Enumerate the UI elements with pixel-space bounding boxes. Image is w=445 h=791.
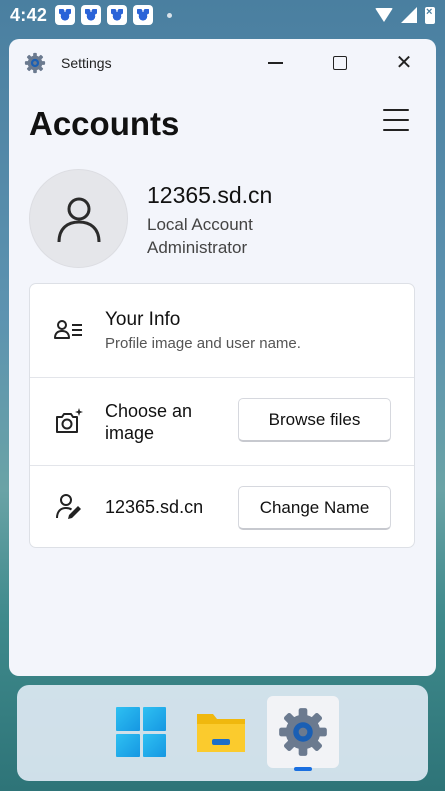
person-edit-icon (52, 490, 86, 524)
taskbar-start-button[interactable] (105, 696, 177, 768)
account-role: Administrator (147, 238, 248, 257)
settings-gear-icon (24, 52, 46, 74)
minimize-button[interactable] (263, 51, 287, 75)
account-type: Local Account (147, 215, 253, 234)
choose-image-label: Choose an image (105, 401, 193, 443)
system-icons (375, 6, 435, 24)
your-info-row[interactable]: Your Info Profile image and user name. (30, 284, 414, 378)
page-title: Accounts (29, 105, 180, 142)
cell-signal-icon (401, 7, 417, 23)
status-bar: 4:42 (0, 0, 445, 30)
account-name: 12365.sd.cn (147, 182, 273, 208)
active-app-indicator (294, 767, 312, 771)
user-silhouette-icon (57, 197, 100, 242)
battery-icon (425, 6, 435, 24)
user-name-label: 12365.sd.cn (105, 497, 204, 517)
windows-start-icon (116, 707, 166, 757)
change-name-row: 12365.sd.cn Change Name (30, 466, 414, 547)
camera-sparkle-icon (52, 405, 86, 439)
file-explorer-icon (197, 714, 245, 752)
more-notifications-dot-icon (167, 12, 173, 18)
maximize-icon (333, 56, 347, 70)
window-title: Settings (61, 55, 112, 71)
menu-line (383, 109, 409, 111)
baidu-paw-icon (55, 5, 76, 25)
close-button[interactable]: ✕ (392, 51, 416, 75)
baidu-paw-icon (81, 5, 102, 25)
maximize-button[interactable] (328, 51, 352, 75)
account-settings-card: Your Info Profile image and user name. C… (29, 283, 415, 548)
your-info-title: Your Info (105, 309, 181, 330)
avatar (29, 169, 128, 268)
change-name-button[interactable]: Change Name (238, 486, 391, 530)
choose-image-row: Choose an image Browse files (30, 378, 414, 466)
wifi-icon (375, 8, 393, 22)
menu-line (383, 119, 409, 121)
settings-gear-icon (279, 708, 327, 756)
settings-window: Settings ✕ Accounts 12365.sd.cn Local Ac… (9, 39, 436, 676)
baidu-paw-icon (107, 5, 128, 25)
browse-files-button[interactable]: Browse files (238, 398, 391, 442)
hamburger-menu-button[interactable] (383, 109, 409, 131)
minimize-icon (267, 62, 283, 64)
taskbar-settings[interactable] (267, 696, 339, 768)
your-info-subtitle: Profile image and user name. (105, 335, 301, 352)
menu-line (383, 129, 409, 131)
taskbar-file-explorer[interactable] (185, 696, 257, 768)
notification-icons (55, 5, 154, 25)
status-time: 4:42 (10, 4, 48, 25)
contact-card-icon (52, 314, 86, 348)
title-bar[interactable]: Settings ✕ (9, 39, 436, 87)
baidu-paw-icon (133, 5, 154, 25)
taskbar (17, 685, 428, 781)
